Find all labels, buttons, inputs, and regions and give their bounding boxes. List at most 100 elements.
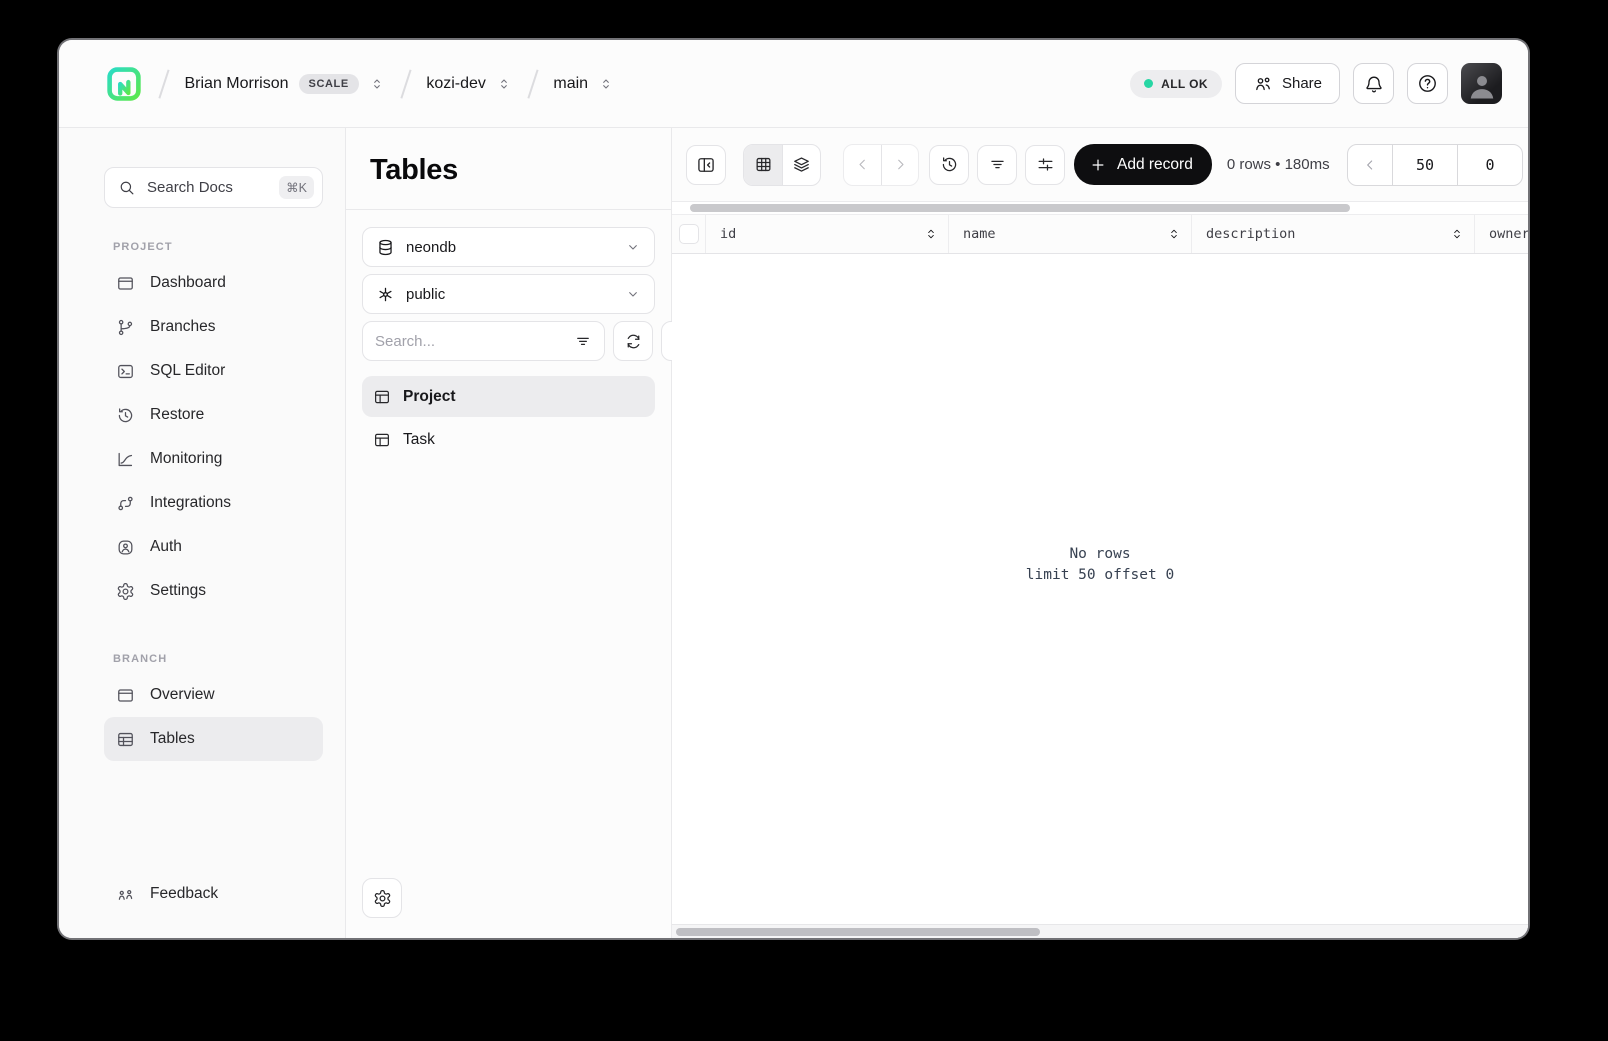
empty-state-line1: No rows [1069,545,1131,562]
shield-user-icon [116,538,135,557]
terminal-icon [116,362,135,381]
search-docs-input[interactable]: Search Docs ⌘K [104,167,323,208]
branch-name: main [553,74,589,92]
sidebar-item-label: Dashboard [150,274,226,291]
forward-button[interactable] [881,144,918,185]
filter-icon[interactable] [574,332,592,350]
header-checkbox-cell [672,215,706,253]
page-title: Tables [370,154,458,186]
users-icon [1253,74,1273,94]
gear-icon [374,889,390,907]
table-list-item-task[interactable]: Task [362,419,655,460]
sidebar-item-restore[interactable]: Restore [104,393,323,437]
adjust-columns-button[interactable] [1025,144,1065,185]
notifications-button[interactable] [1353,63,1394,104]
column-header-description[interactable]: description [1192,215,1475,253]
breadcrumb-project[interactable]: kozi-dev [426,75,512,93]
layers-icon [794,157,809,172]
page-size-input[interactable]: 50 [1392,144,1457,185]
sidebar-item-label: Branches [150,318,216,335]
page-offset-input[interactable]: 0 [1457,144,1522,185]
sort-filter-button[interactable] [977,144,1017,185]
sort-icon[interactable] [1167,227,1181,241]
table-list-item-project[interactable]: Project [362,376,655,417]
add-record-label: Add record [1117,155,1193,173]
column-header-id[interactable]: id [706,215,949,253]
table-icon [116,730,135,749]
breadcrumb-separator [400,69,411,98]
layers-view-button[interactable] [782,144,820,185]
table-icon [373,388,391,406]
previous-page-button[interactable] [1348,145,1392,185]
sidebar-item-auth[interactable]: Auth [104,525,323,569]
sidebar-item-monitoring[interactable]: Monitoring [104,437,323,481]
plan-badge: SCALE [298,73,359,94]
database-select[interactable]: neondb [362,227,655,267]
scrollbar-thumb[interactable] [690,204,1350,212]
sort-icon[interactable] [1450,227,1464,241]
row-stats: 0 rows • 180ms [1226,156,1330,173]
sidebar-item-tables[interactable]: Tables [104,717,323,761]
undo-redo-group [843,143,919,186]
tables-panel: Tables neondb public Search... Project T… [346,128,701,938]
column-label: description [1206,226,1296,242]
chevron-updown-icon [598,76,614,92]
sidebar: Search Docs ⌘K PROJECT Dashboard Branche… [59,128,346,938]
sidebar-item-label: Tables [150,730,195,747]
table-search-box [362,321,605,361]
chevron-updown-icon [496,76,512,92]
sidebar-item-sql-editor[interactable]: SQL Editor [104,349,323,393]
breadcrumb-branch[interactable]: main [553,75,614,93]
app-header: Brian Morrison SCALE kozi-dev main ALL O… [59,40,1528,128]
grid-toolbar: Add record 0 rows • 180ms 50 0 [672,128,1528,202]
status-dot-icon [1144,79,1154,88]
column-label: name [963,226,996,242]
sidebar-item-integrations[interactable]: Integrations [104,481,323,525]
feedback-button[interactable]: Feedback [104,872,323,916]
column-header-owner[interactable]: owner [1475,215,1528,253]
sidebar-item-branches[interactable]: Branches [104,305,323,349]
user-avatar[interactable] [1461,63,1502,104]
breadcrumb-org[interactable]: Brian Morrison SCALE [185,73,385,94]
neon-logo-icon[interactable] [105,65,143,103]
sidebar-item-label: Settings [150,582,207,599]
share-button[interactable]: Share [1234,63,1340,104]
share-button-label: Share [1281,75,1322,92]
sidebar-item-overview[interactable]: Overview [104,673,323,717]
column-label: id [720,226,737,242]
refresh-icon [626,334,640,348]
status-badge[interactable]: ALL OK [1130,69,1222,98]
back-button[interactable] [844,145,881,185]
chevron-updown-icon [369,76,385,92]
keyboard-shortcut-badge: ⌘K [279,176,314,199]
help-button[interactable] [1407,63,1448,104]
add-record-button[interactable]: Add record [1074,144,1212,185]
plus-icon [1089,156,1107,174]
grid-view-button[interactable] [744,144,782,185]
sidebar-item-settings[interactable]: Settings [104,569,323,613]
sidebar-item-dashboard[interactable]: Dashboard [104,261,323,305]
history-button[interactable] [929,144,969,185]
table-search-input[interactable] [375,332,574,350]
window-icon [116,686,135,705]
search-docs-placeholder: Search Docs [147,179,233,196]
panel-settings-button[interactable] [362,878,402,918]
sort-icon[interactable] [924,227,938,241]
feedback-people-icon [116,885,135,904]
chevron-left-icon [859,159,865,170]
empty-state-message: No rows limit 50 offset 0 [1026,544,1174,586]
empty-state-line2: limit 50 offset 0 [1025,567,1175,583]
schema-select[interactable]: public [362,274,655,314]
sidebar-item-label: Integrations [150,494,231,511]
refresh-button[interactable] [613,321,653,361]
status-badge-label: ALL OK [1161,76,1208,91]
column-header-name[interactable]: name [949,215,1192,253]
grid-view-icon [756,157,770,172]
gear-icon [116,582,135,601]
database-icon [376,238,395,257]
select-all-checkbox[interactable] [678,224,699,244]
chart-icon [116,450,135,469]
sidebar-item-label: SQL Editor [150,362,226,379]
collapse-panel-button[interactable] [686,144,726,185]
scrollbar-thumb[interactable] [676,928,1040,936]
